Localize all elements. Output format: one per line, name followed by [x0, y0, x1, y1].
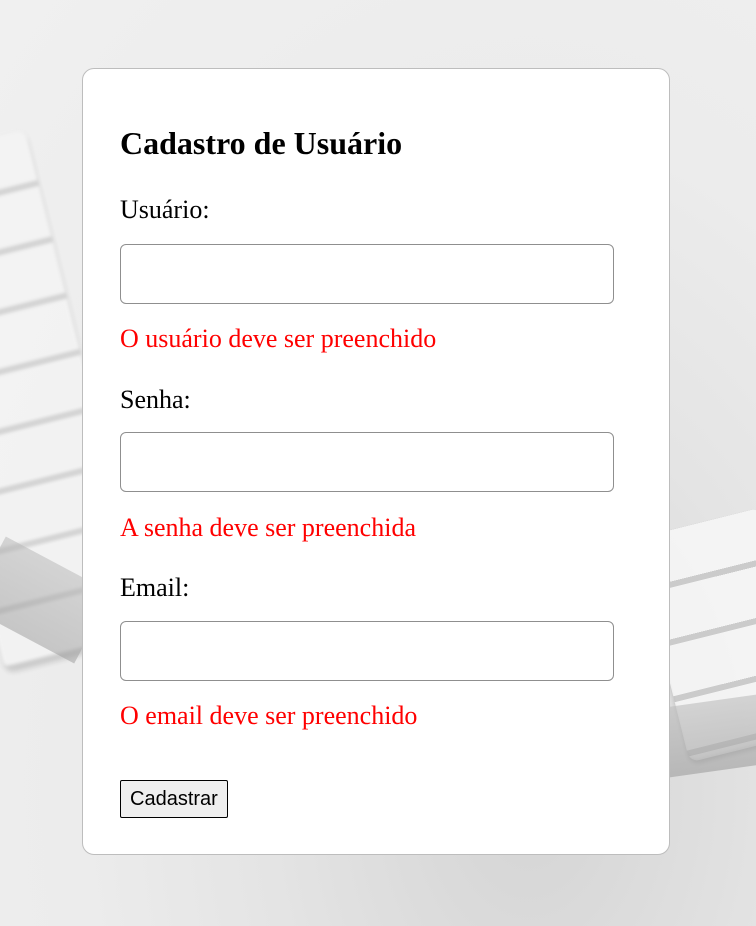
password-error-message: A senha deve ser preenchida: [120, 513, 416, 542]
form-title: Cadastro de Usuário: [120, 125, 403, 161]
email-label: Email:: [120, 573, 190, 602]
password-label: Senha:: [120, 385, 191, 414]
password-input[interactable]: [120, 432, 614, 492]
email-error-message: O email deve ser preenchido: [120, 701, 418, 730]
register-button[interactable]: Cadastrar: [120, 780, 228, 818]
username-input[interactable]: [120, 244, 614, 304]
username-error-message: O usuário deve ser preenchido: [120, 324, 437, 353]
email-input[interactable]: [120, 621, 614, 681]
username-label: Usuário:: [120, 195, 210, 224]
registration-form-card: Cadastro de Usuário Usuário: O usuário d…: [82, 68, 670, 855]
